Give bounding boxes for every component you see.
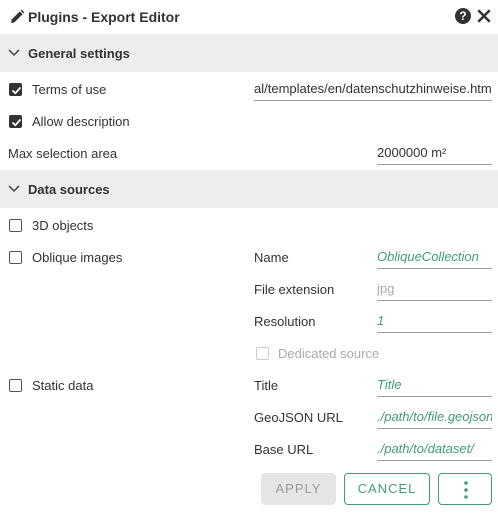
more-vert-icon: [464, 481, 468, 499]
static-title-label: Title: [254, 378, 279, 393]
file-extension-label: File extension: [254, 282, 335, 297]
dedicated-source-label: Dedicated source: [278, 346, 380, 361]
oblique-name-label: Name: [254, 250, 289, 265]
oblique-name-input[interactable]: ObliqueCollection: [377, 247, 492, 269]
max-selection-area-input[interactable]: 2000000 m²: [377, 143, 492, 165]
max-selection-area-label: Max selection area: [8, 146, 118, 161]
section-data-sources[interactable]: Data sources: [0, 170, 498, 208]
section-general-settings[interactable]: General settings: [0, 34, 498, 72]
check-icon: [11, 118, 22, 127]
oblique-images-checkbox[interactable]: [9, 251, 22, 264]
resolution-label: Resolution: [254, 314, 316, 329]
terms-of-use-url-input[interactable]: al/templates/en/datenschutzhinweise.html: [254, 79, 492, 101]
cancel-button[interactable]: CANCEL: [344, 473, 430, 505]
terms-of-use-checkbox[interactable]: [9, 83, 22, 96]
geojson-url-label: GeoJSON URL: [254, 410, 343, 425]
base-url-input[interactable]: ./path/to/dataset/: [377, 439, 492, 461]
title-bar: Plugins - Export Editor ?: [0, 0, 498, 34]
terms-of-use-label: Terms of use: [32, 82, 107, 97]
3d-objects-checkbox[interactable]: [9, 219, 22, 232]
pencil-icon: [11, 9, 25, 23]
file-extension-input[interactable]: jpg: [377, 279, 492, 301]
window-title: Plugins - Export Editor: [28, 9, 180, 25]
oblique-images-label: Oblique images: [32, 250, 123, 265]
3d-objects-label: 3D objects: [32, 218, 94, 233]
chevron-down-icon: [8, 185, 20, 193]
section-heading: Data sources: [28, 182, 110, 197]
base-url-label: Base URL: [254, 442, 314, 457]
check-icon: [11, 86, 22, 95]
static-title-input[interactable]: Title: [377, 375, 492, 397]
allow-description-checkbox[interactable]: [9, 115, 22, 128]
geojson-url-input[interactable]: ./path/to/file.geojson: [377, 407, 492, 429]
help-icon[interactable]: ?: [455, 8, 471, 24]
apply-button[interactable]: APPLY: [261, 473, 336, 505]
close-icon[interactable]: [477, 8, 491, 24]
resolution-input[interactable]: 1: [377, 311, 492, 333]
allow-description-label: Allow description: [32, 114, 130, 129]
static-data-label: Static data: [32, 378, 94, 393]
more-options-button[interactable]: [438, 473, 492, 505]
section-heading: General settings: [28, 46, 130, 61]
chevron-down-icon: [8, 49, 20, 57]
static-data-checkbox[interactable]: [9, 379, 22, 392]
dedicated-source-checkbox[interactable]: [256, 347, 269, 360]
